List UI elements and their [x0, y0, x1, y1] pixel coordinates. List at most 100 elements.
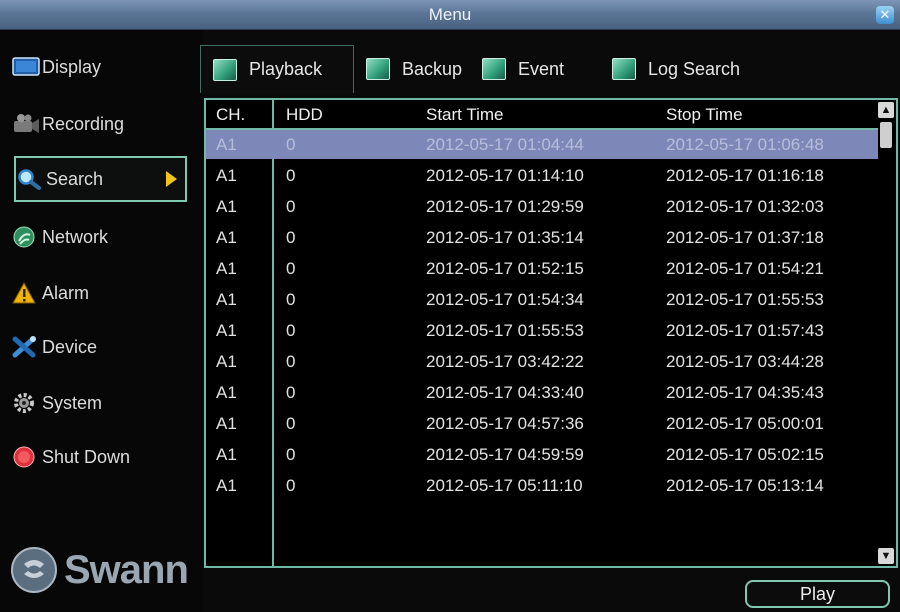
system-icon	[12, 392, 40, 414]
search-icon	[16, 168, 44, 190]
cell-ch: A1	[216, 445, 237, 464]
sidebar-item-shut-down[interactable]: Shut Down	[12, 434, 192, 480]
cell-start-time: 2012-05-17 04:33:40	[426, 383, 584, 402]
cell-ch: A1	[216, 352, 237, 371]
play-button[interactable]: Play	[745, 580, 890, 608]
alarm-icon	[12, 281, 40, 304]
table-row[interactable]: A1 0 2012-05-17 01:29:59 2012-05-17 01:3…	[206, 192, 878, 221]
table-row[interactable]: A1 0 2012-05-17 01:14:10 2012-05-17 01:1…	[206, 161, 878, 190]
table-row[interactable]: A1 0 2012-05-17 01:55:53 2012-05-17 01:5…	[206, 316, 878, 345]
cell-start-time: 2012-05-17 01:04:44	[426, 135, 584, 154]
window-title: Menu	[428, 5, 472, 24]
swann-logo-icon	[11, 547, 57, 593]
sidebar-item-label: Alarm	[42, 282, 90, 303]
tab-label: Playback	[249, 59, 323, 79]
column-header-start-time: Start Time	[426, 105, 504, 124]
table-row[interactable]: A1 0 2012-05-17 04:57:36 2012-05-17 05:0…	[206, 409, 878, 438]
cell-hdd: 0	[286, 166, 296, 185]
cell-stop-time: 2012-05-17 01:54:21	[666, 259, 824, 278]
table-row[interactable]: A1 0 2012-05-17 03:42:22 2012-05-17 03:4…	[206, 347, 878, 376]
table-row[interactable]: A1 0 2012-05-17 01:54:34 2012-05-17 01:5…	[206, 285, 878, 314]
playback-tab-icon	[213, 58, 237, 81]
display-icon	[12, 56, 40, 78]
tab-label: Log Search	[648, 58, 741, 79]
column-header-stop-time: Stop Time	[666, 105, 743, 124]
cell-start-time: 2012-05-17 04:57:36	[426, 414, 584, 433]
table-row[interactable]: A1 0 2012-05-17 01:35:14 2012-05-17 01:3…	[206, 223, 878, 252]
cell-stop-time: 2012-05-17 01:32:03	[666, 197, 824, 216]
cell-ch: A1	[216, 135, 237, 154]
tab-playback[interactable]: Playback	[200, 45, 354, 93]
cell-ch: A1	[216, 197, 237, 216]
tab-label: Backup	[402, 58, 463, 79]
table-row[interactable]: A1 0 2012-05-17 01:52:15 2012-05-17 01:5…	[206, 254, 878, 283]
cell-hdd: 0	[286, 228, 296, 247]
cell-ch: A1	[216, 321, 237, 340]
tab-bar: Playback Backup Event Log Search	[200, 45, 900, 93]
sidebar-item-alarm[interactable]: Alarm	[12, 270, 192, 316]
cell-start-time: 2012-05-17 01:52:15	[426, 259, 584, 278]
table-row[interactable]: A1 0 2012-05-17 04:33:40 2012-05-17 04:3…	[206, 378, 878, 407]
cell-hdd: 0	[286, 197, 296, 216]
cell-ch: A1	[216, 290, 237, 309]
sidebar-item-system[interactable]: System	[12, 380, 192, 426]
cell-start-time: 2012-05-17 01:54:34	[426, 290, 584, 309]
close-icon[interactable]: ✕	[876, 6, 894, 24]
sidebar-item-label: Network	[42, 226, 109, 247]
cell-stop-time: 2012-05-17 01:57:43	[666, 321, 824, 340]
cell-ch: A1	[216, 414, 237, 433]
network-icon	[12, 226, 40, 248]
sidebar-item-network[interactable]: Network	[12, 214, 192, 260]
column-header-ch: CH.	[216, 105, 246, 124]
event-tab-icon	[482, 58, 506, 80]
table-scrollbar[interactable]: ▲ ▼	[878, 102, 894, 564]
swann-logo: Swann	[10, 540, 210, 600]
recording-list-table: CH. HDD Start Time Stop Time A1 0 2012-0…	[204, 98, 898, 568]
cell-stop-time: 2012-05-17 03:44:28	[666, 352, 824, 371]
title-bar: Menu ✕	[0, 0, 900, 30]
cell-hdd: 0	[286, 290, 296, 309]
cell-stop-time: 2012-05-17 05:13:14	[666, 476, 824, 495]
cell-ch: A1	[216, 259, 237, 278]
sidebar-item-search[interactable]: Search	[14, 156, 187, 202]
column-header-hdd: HDD	[286, 105, 323, 124]
cell-start-time: 2012-05-17 05:11:10	[426, 476, 583, 495]
sidebar-item-display[interactable]: Display	[12, 44, 192, 90]
tab-backup[interactable]: Backup	[354, 45, 462, 93]
sidebar-item-recording[interactable]: Recording	[12, 101, 192, 147]
cell-start-time: 2012-05-17 01:35:14	[426, 228, 584, 247]
scroll-thumb[interactable]	[880, 122, 892, 148]
sidebar-item-device[interactable]: Device	[12, 324, 192, 370]
sidebar-item-label: Device	[42, 336, 98, 357]
cell-stop-time: 2012-05-17 01:37:18	[666, 228, 824, 247]
cell-start-time: 2012-05-17 03:42:22	[426, 352, 584, 371]
sidebar-item-label: System	[42, 392, 103, 413]
cell-ch: A1	[216, 383, 237, 402]
cell-stop-time: 2012-05-17 05:00:01	[666, 414, 824, 433]
shutdown-icon	[12, 446, 40, 468]
chevron-right-icon	[166, 171, 177, 187]
cell-start-time: 2012-05-17 04:59:59	[426, 445, 584, 464]
log-search-tab-icon	[612, 58, 636, 80]
scroll-up-icon[interactable]: ▲	[878, 102, 894, 118]
backup-tab-icon	[366, 58, 390, 80]
table-row[interactable]: A1 0 2012-05-17 04:59:59 2012-05-17 05:0…	[206, 440, 878, 469]
cell-ch: A1	[216, 166, 237, 185]
table-row[interactable]: A1 0 2012-05-17 05:11:10 2012-05-17 05:1…	[206, 471, 878, 500]
cell-hdd: 0	[286, 476, 296, 495]
cell-ch: A1	[216, 476, 237, 495]
table-row[interactable]: A1 0 2012-05-17 01:04:44 2012-05-17 01:0…	[206, 130, 878, 159]
cell-stop-time: 2012-05-17 05:02:15	[666, 445, 824, 464]
cell-hdd: 0	[286, 352, 296, 371]
cell-start-time: 2012-05-17 01:55:53	[426, 321, 584, 340]
scroll-down-icon[interactable]: ▼	[878, 548, 894, 564]
logo-text: Swann	[64, 547, 189, 592]
sidebar-item-label: Display	[42, 56, 102, 77]
cell-hdd: 0	[286, 445, 296, 464]
cell-start-time: 2012-05-17 01:29:59	[426, 197, 584, 216]
sidebar-item-label: Recording	[42, 113, 125, 134]
cell-hdd: 0	[286, 414, 296, 433]
tab-log-search[interactable]: Log Search	[600, 45, 740, 93]
tab-event[interactable]: Event	[470, 45, 564, 93]
device-icon	[12, 336, 40, 358]
